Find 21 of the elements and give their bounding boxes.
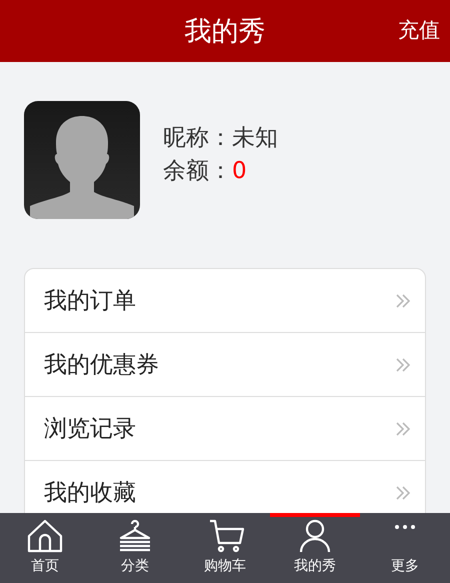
menu-item[interactable]: 我的优惠券 [25, 333, 425, 397]
avatar-icon [24, 101, 140, 219]
tab-item[interactable]: 首页 [0, 513, 90, 583]
chevron-icon [395, 292, 411, 308]
nickname-label: 昵称： [163, 125, 232, 151]
tab-item[interactable]: 我的秀 [270, 513, 360, 583]
tab-item[interactable]: 购物车 [180, 513, 270, 583]
chevron-icon [395, 356, 411, 372]
balance-value: 0 [232, 158, 247, 184]
chevron-icon [395, 484, 411, 500]
recharge-button[interactable]: 充值 [398, 16, 440, 44]
tab-item[interactable]: 更多 [360, 513, 450, 583]
menu-item[interactable]: 我的订单 [25, 269, 425, 333]
page-title: 我的秀 [184, 15, 266, 49]
menu-item[interactable]: 浏览记录 [25, 397, 425, 461]
house-icon [25, 518, 65, 554]
balance-label: 余额： [163, 158, 232, 184]
nickname-value: 未知 [232, 125, 278, 151]
tab-item[interactable]: 分类 [90, 513, 180, 583]
chevron-icon [395, 420, 411, 436]
more-icon [394, 524, 416, 530]
